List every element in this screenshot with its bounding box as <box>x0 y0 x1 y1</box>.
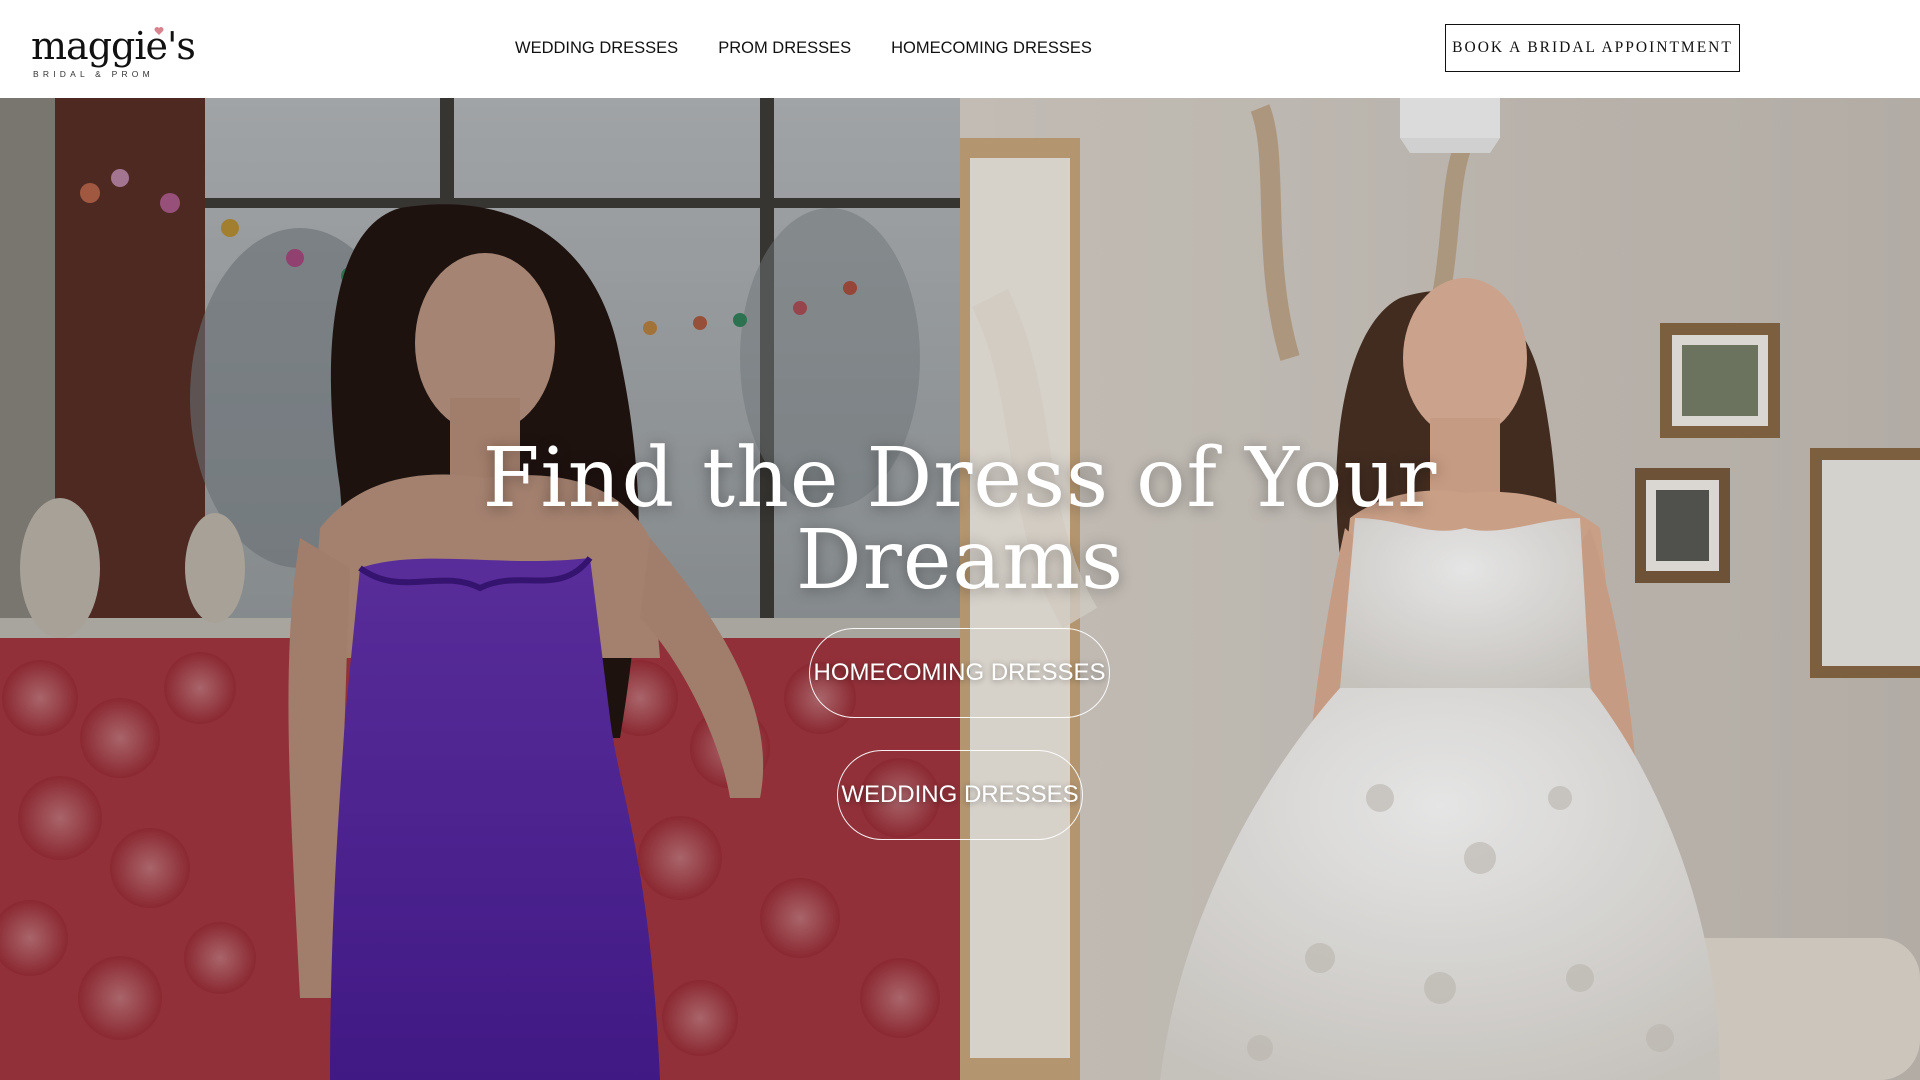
nav-prom-dresses[interactable]: PROM DRESSES <box>718 38 851 58</box>
site-header: maggie's BRIDAL & PROM WEDDING DRESSES P… <box>0 0 1920 98</box>
nav-wedding-dresses[interactable]: WEDDING DRESSES <box>515 38 678 58</box>
wedding-dresses-button[interactable]: WEDDING DRESSES <box>837 750 1083 840</box>
brand-logo[interactable]: maggie's BRIDAL & PROM <box>31 22 196 80</box>
hero-title-line2: Dreams <box>795 513 1125 608</box>
main-nav: WEDDING DRESSES PROM DRESSES HOMECOMING … <box>515 38 1132 58</box>
hero-title-line1: Find the Dress of Your <box>482 431 1438 526</box>
nav-homecoming-dresses[interactable]: HOMECOMING DRESSES <box>891 38 1092 58</box>
hero-title: Find the Dress of Your Dreams <box>460 438 1460 602</box>
brand-tagline: BRIDAL & PROM <box>33 69 154 79</box>
logo-heart-icon <box>154 27 164 35</box>
book-appointment-button[interactable]: BOOK A BRIDAL APPOINTMENT <box>1445 24 1740 72</box>
homecoming-dresses-button[interactable]: HOMECOMING DRESSES <box>809 628 1110 718</box>
hero-banner: Find the Dress of Your Dreams HOMECOMING… <box>0 98 1920 1080</box>
brand-name: maggie's <box>31 24 196 68</box>
